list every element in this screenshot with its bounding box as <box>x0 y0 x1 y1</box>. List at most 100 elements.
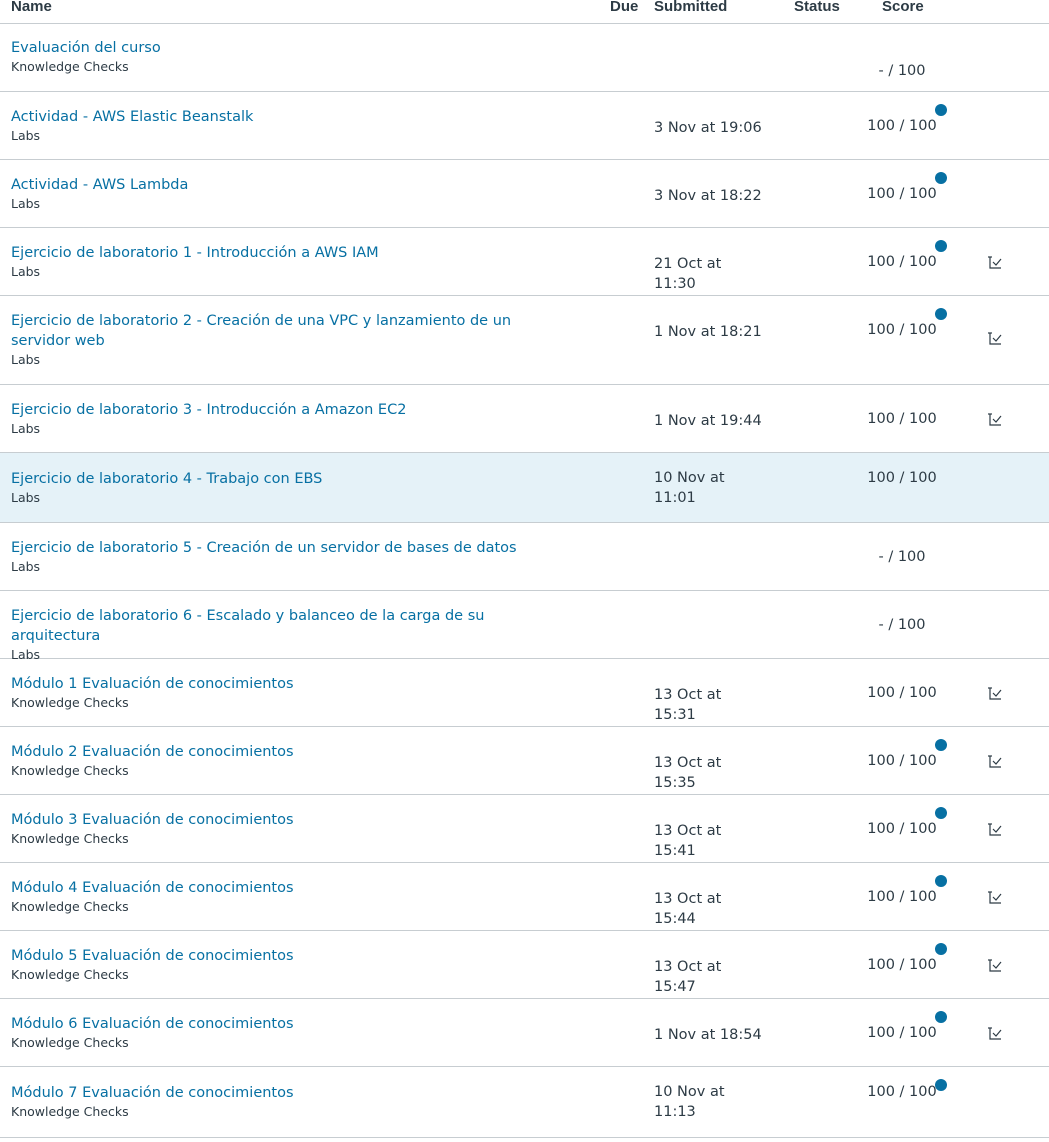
score-value: - / 100 <box>878 617 926 633</box>
submitted-date: 3 Nov at 18:22 <box>654 188 762 204</box>
table-row: Ejercicio de laboratorio 5 - Creación de… <box>0 523 1049 591</box>
assignment-group: Knowledge Checks <box>11 1035 129 1050</box>
assignment-group: Labs <box>11 559 41 574</box>
assignment-link[interactable]: Módulo 5 Evaluación de conocimientos <box>11 946 571 966</box>
assignment-name-cell: Módulo 3 Evaluación de conocimientos Know… <box>11 810 571 847</box>
assignment-name-cell: Módulo 1 Evaluación de conocimientos Know… <box>11 674 571 711</box>
unread-comment-indicator[interactable] <box>935 1079 947 1091</box>
score-value: 100 / 100 <box>867 254 937 270</box>
assignment-name-cell: Ejercicio de laboratorio 5 - Creación de… <box>11 538 571 575</box>
assignment-link[interactable]: Módulo 7 Evaluación de conocimientos <box>11 1083 571 1103</box>
table-row: Módulo 1 Evaluación de conocimientos Know… <box>0 659 1049 727</box>
assignment-link[interactable]: Ejercicio de laboratorio 5 - Creación de… <box>11 538 571 558</box>
rubric-icon[interactable] <box>987 331 1005 347</box>
score-value: 100 / 100 <box>867 411 937 427</box>
table-row: Ejercicio de laboratorio 4 - Trabajo con… <box>0 453 1049 523</box>
score-value: 100 / 100 <box>867 1084 937 1100</box>
unread-comment-indicator[interactable] <box>935 943 947 955</box>
rubric-icon[interactable] <box>987 958 1005 974</box>
assignment-link[interactable]: Ejercicio de laboratorio 4 - Trabajo con… <box>11 469 571 489</box>
assignment-link[interactable]: Módulo 6 Evaluación de conocimientos <box>11 1014 571 1034</box>
header-score[interactable]: Score <box>882 0 924 17</box>
submitted-date: 21 Oct at 11:30 <box>654 256 722 292</box>
submitted-date: 1 Nov at 19:44 <box>654 413 762 429</box>
assignment-link[interactable]: Ejercicio de laboratorio 6 - Escalado y … <box>11 606 571 646</box>
assignment-name-cell: Ejercicio de laboratorio 6 - Escalado y … <box>11 606 571 663</box>
assignment-name-cell: Actividad - AWS Lambda Labs <box>11 175 571 212</box>
score-value: 100 / 100 <box>867 889 937 905</box>
assignment-link[interactable]: Módulo 4 Evaluación de conocimientos <box>11 878 571 898</box>
rubric-icon[interactable] <box>987 686 1005 702</box>
assignment-link[interactable]: Ejercicio de laboratorio 2 - Creación de… <box>11 311 566 351</box>
header-name[interactable]: Name <box>11 0 52 17</box>
score-value: 100 / 100 <box>867 186 937 202</box>
score-value: 100 / 100 <box>867 1025 937 1041</box>
rubric-icon[interactable] <box>987 890 1005 906</box>
score-value: - / 100 <box>878 549 926 565</box>
assignment-name-cell: Actividad - AWS Elastic Beanstalk Labs <box>11 107 571 144</box>
unread-comment-indicator[interactable] <box>935 739 947 751</box>
submitted-date: 1 Nov at 18:21 <box>654 324 762 340</box>
score-value: 100 / 100 <box>867 821 937 837</box>
score-value: 100 / 100 <box>867 957 937 973</box>
grades-table-header: Name Due Submitted Status Score <box>0 0 1049 24</box>
score-value: 100 / 100 <box>867 118 937 134</box>
rubric-icon[interactable] <box>987 1026 1005 1042</box>
assignment-name-cell: Módulo 5 Evaluación de conocimientos Know… <box>11 946 571 983</box>
header-submitted[interactable]: Submitted <box>654 0 727 17</box>
assignment-group: Knowledge Checks <box>11 899 129 914</box>
table-row: Módulo 7 Evaluación de conocimientos Know… <box>0 1067 1049 1138</box>
assignment-group: Knowledge Checks <box>11 831 129 846</box>
rubric-icon[interactable] <box>987 255 1005 271</box>
header-due[interactable]: Due <box>610 0 638 17</box>
assignment-link[interactable]: Actividad - AWS Elastic Beanstalk <box>11 107 571 127</box>
assignment-link[interactable]: Ejercicio de laboratorio 3 - Introducció… <box>11 400 571 420</box>
unread-comment-indicator[interactable] <box>935 240 947 252</box>
submitted-date: 13 Oct at 15:44 <box>654 891 722 927</box>
score-value: - / 100 <box>878 63 926 79</box>
header-status[interactable]: Status <box>794 0 840 17</box>
rubric-icon[interactable] <box>987 822 1005 838</box>
assignment-group: Labs <box>11 490 41 505</box>
assignment-group: Labs <box>11 128 41 143</box>
assignment-link[interactable]: Evaluación del curso <box>11 38 571 58</box>
assignment-group: Labs <box>11 264 41 279</box>
table-row: Ejercicio de laboratorio 1 - Introducció… <box>0 228 1049 296</box>
unread-comment-indicator[interactable] <box>935 807 947 819</box>
unread-comment-indicator[interactable] <box>935 172 947 184</box>
assignment-group: Labs <box>11 352 41 367</box>
unread-comment-indicator[interactable] <box>935 104 947 116</box>
assignment-link[interactable]: Módulo 1 Evaluación de conocimientos <box>11 674 571 694</box>
assignment-name-cell: Módulo 7 Evaluación de conocimientos Know… <box>11 1083 571 1120</box>
unread-comment-indicator[interactable] <box>935 875 947 887</box>
assignment-group: Knowledge Checks <box>11 59 129 74</box>
assignment-link[interactable]: Módulo 3 Evaluación de conocimientos <box>11 810 571 830</box>
table-row: Actividad - AWS Lambda Labs 3 Nov at 18:22… <box>0 160 1049 228</box>
submitted-date: 13 Oct at 15:35 <box>654 755 722 791</box>
submitted-date: 13 Oct at 15:31 <box>654 687 722 723</box>
rubric-icon[interactable] <box>987 754 1005 770</box>
assignment-name-cell: Módulo 6 Evaluación de conocimientos Know… <box>11 1014 571 1051</box>
submitted-date: 10 Nov at 11:13 <box>654 1084 725 1120</box>
assignment-link[interactable]: Módulo 2 Evaluación de conocimientos <box>11 742 571 762</box>
assignment-link[interactable]: Ejercicio de laboratorio 1 - Introducció… <box>11 243 571 263</box>
score-value: 100 / 100 <box>867 685 937 701</box>
assignment-name-cell: Ejercicio de laboratorio 4 - Trabajo con… <box>11 469 571 506</box>
submitted-date: 1 Nov at 18:54 <box>654 1027 762 1043</box>
table-row: Módulo 3 Evaluación de conocimientos Know… <box>0 795 1049 863</box>
table-row: Módulo 4 Evaluación de conocimientos Know… <box>0 863 1049 931</box>
score-value: 100 / 100 <box>867 470 937 486</box>
submitted-date: 13 Oct at 15:47 <box>654 959 722 995</box>
table-row: Ejercicio de laboratorio 2 - Creación de… <box>0 296 1049 385</box>
unread-comment-indicator[interactable] <box>935 308 947 320</box>
assignment-group: Knowledge Checks <box>11 1104 129 1119</box>
unread-comment-indicator[interactable] <box>935 1011 947 1023</box>
assignment-group: Knowledge Checks <box>11 695 129 710</box>
assignment-link[interactable]: Actividad - AWS Lambda <box>11 175 571 195</box>
assignment-group: Labs <box>11 196 41 211</box>
assignment-group: Labs <box>11 421 41 436</box>
rubric-icon[interactable] <box>987 412 1005 428</box>
assignment-name-cell: Módulo 2 Evaluación de conocimientos Know… <box>11 742 571 779</box>
score-value: 100 / 100 <box>867 753 937 769</box>
table-row: Ejercicio de laboratorio 3 - Introducció… <box>0 385 1049 453</box>
